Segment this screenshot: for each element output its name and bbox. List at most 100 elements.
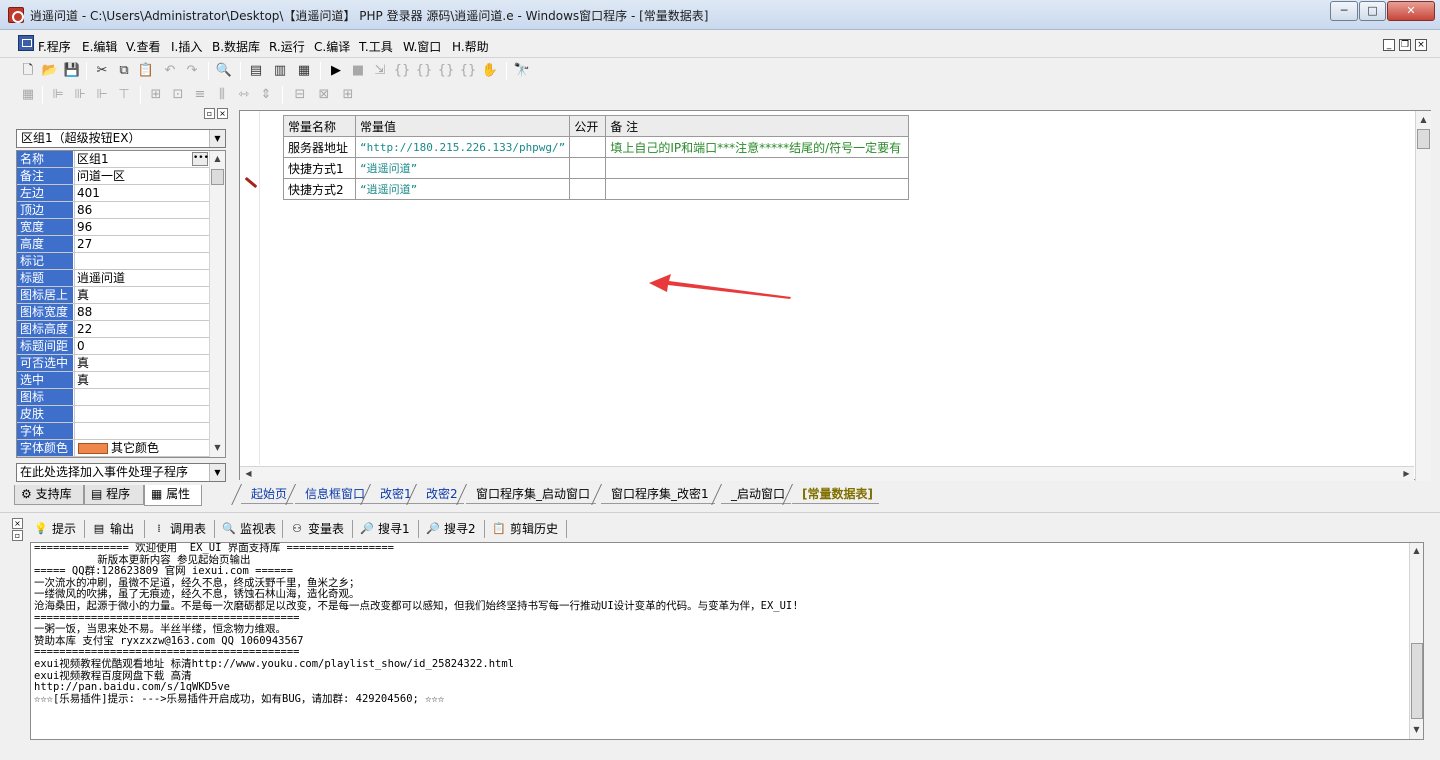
menu-tools[interactable]: T.工具 <box>359 38 393 55</box>
tab-program[interactable]: ▤ 程序 <box>84 485 144 505</box>
table-row[interactable]: 快捷方式2 “逍遥问道” <box>283 178 909 200</box>
property-row[interactable]: 名称 区组1 ••• <box>17 151 209 168</box>
step-out-icon[interactable]: {} <box>436 61 456 81</box>
tab-output[interactable]: ▤ 输出 <box>88 520 134 538</box>
property-value[interactable]: 真 <box>74 355 209 371</box>
run-icon[interactable]: ▶ <box>326 61 346 81</box>
property-row[interactable]: 标记 <box>17 253 209 270</box>
editor-vertical-scrollbar[interactable]: ▲ <box>1415 111 1431 481</box>
space-vertical-icon[interactable]: ⇕ <box>256 85 276 105</box>
property-row[interactable]: 图标 <box>17 389 209 406</box>
center-vertical-icon[interactable]: ⊠ <box>314 85 334 105</box>
component-select[interactable]: 区组1（超级按钮EX） ▼ <box>16 129 226 148</box>
chevron-down-icon[interactable]: ▼ <box>209 464 225 481</box>
menu-view[interactable]: V.查看 <box>126 38 160 55</box>
paste-icon[interactable]: 📋 <box>136 61 156 81</box>
property-value[interactable] <box>74 253 209 269</box>
center-horizontal-icon[interactable]: ⊟ <box>290 85 310 105</box>
tab-constants-table[interactable]: [常量数据表] <box>792 484 879 504</box>
property-row[interactable]: 宽度 96 <box>17 219 209 236</box>
layout-three-icon[interactable]: ▦ <box>294 61 314 81</box>
panel-close-button[interactable]: × <box>217 108 228 119</box>
menu-window[interactable]: W.窗口 <box>403 38 441 55</box>
align-bottom-icon[interactable]: ⊡ <box>168 85 188 105</box>
tab-variables[interactable]: ⚇ 变量表 <box>286 520 344 538</box>
open-folder-icon[interactable]: 📂 <box>40 61 60 81</box>
property-value[interactable]: 27 <box>74 236 209 252</box>
table-row[interactable]: 服务器地址 “http://180.215.226.133/phpwg/” 填上… <box>283 136 909 158</box>
const-name-cell[interactable]: 服务器地址 <box>283 136 356 158</box>
table-row[interactable]: 快捷方式1 “逍遥问道” <box>283 157 909 179</box>
mdi-minimize-button[interactable]: _ <box>1383 39 1395 51</box>
property-row[interactable]: 左边 401 <box>17 185 209 202</box>
run-to-cursor-icon[interactable]: {} <box>458 61 478 81</box>
property-value[interactable]: 96 <box>74 219 209 235</box>
layout-one-icon[interactable]: ▤ <box>246 61 266 81</box>
tab-msgbox-window[interactable]: 信息框窗口 <box>295 484 372 504</box>
property-row[interactable]: 标题 逍遥问道 <box>17 270 209 287</box>
const-note-cell[interactable]: 填上自己的IP和端口***注意*****结尾的/符号一定要有 <box>605 136 909 158</box>
scroll-thumb[interactable] <box>211 169 224 185</box>
align-left-icon[interactable]: ⊫ <box>48 85 68 105</box>
property-row[interactable]: 顶边 86 <box>17 202 209 219</box>
editor-horizontal-scrollbar[interactable]: ◀ ▶ <box>240 466 1414 481</box>
tab-call-table[interactable]: ⁞ 调用表 <box>148 520 206 538</box>
const-value-cell[interactable]: “逍遥问道” <box>354 157 571 179</box>
const-public-cell[interactable] <box>569 136 607 158</box>
property-value[interactable]: 真 <box>74 372 209 388</box>
scroll-thumb[interactable] <box>1417 129 1430 149</box>
tab-support-library[interactable]: ⚙ 支持库 <box>14 485 84 505</box>
property-row[interactable]: 备注 问道一区 <box>17 168 209 185</box>
scroll-thumb[interactable] <box>1411 643 1423 719</box>
const-public-cell[interactable] <box>569 178 607 200</box>
output-vertical-scrollbar[interactable]: ▲ ▼ <box>1409 543 1423 739</box>
ellipsis-button[interactable]: ••• <box>192 152 209 166</box>
property-row[interactable]: 图标宽度 88 <box>17 304 209 321</box>
property-row[interactable]: 高度 27 <box>17 236 209 253</box>
const-note-cell[interactable] <box>605 157 909 179</box>
same-width-icon[interactable]: ≡ <box>190 85 210 105</box>
align-top-icon[interactable]: ⊤ <box>114 85 134 105</box>
property-row[interactable]: 标题间距 0 <box>17 338 209 355</box>
same-height-icon[interactable]: ⫼ <box>212 85 232 105</box>
const-value-cell[interactable]: “逍遥问道” <box>354 178 571 200</box>
panel-pin-button[interactable]: ▫ <box>12 530 23 541</box>
const-name-cell[interactable]: 快捷方式2 <box>283 178 356 200</box>
layout-two-icon[interactable]: ▥ <box>270 61 290 81</box>
scroll-up-icon[interactable]: ▲ <box>1410 544 1423 558</box>
save-icon[interactable]: 💾 <box>62 61 82 81</box>
step-into-icon[interactable]: {} <box>392 61 412 81</box>
property-value[interactable]: 逍遥问道 <box>74 270 209 286</box>
property-value[interactable]: 401 <box>74 185 209 201</box>
property-value[interactable]: 其它颜色 <box>74 440 209 456</box>
tab-startup-class[interactable]: 窗口程序集_启动窗口 <box>466 484 597 504</box>
property-value[interactable] <box>74 389 209 405</box>
property-value[interactable] <box>74 406 209 422</box>
scroll-down-icon[interactable]: ▼ <box>1410 723 1423 737</box>
tab-start-page[interactable]: 起始页 <box>241 484 294 504</box>
space-horizontal-icon[interactable]: ⇿ <box>234 85 254 105</box>
redo-icon[interactable]: ↷ <box>182 61 202 81</box>
stop-icon[interactable]: ■ <box>348 61 368 81</box>
property-value[interactable]: 0 <box>74 338 209 354</box>
menu-compile[interactable]: C.编译 <box>314 38 350 55</box>
tab-search-1[interactable]: 🔎 搜寻1 <box>356 520 410 538</box>
tab-properties[interactable]: ▦ 属性 <box>144 485 202 506</box>
property-value[interactable]: 真 <box>74 287 209 303</box>
const-note-cell[interactable] <box>605 178 909 200</box>
property-value[interactable]: 86 <box>74 202 209 218</box>
tab-startup-window[interactable]: _启动窗口 <box>721 484 792 504</box>
property-row[interactable]: 选中真 <box>17 372 209 389</box>
property-row[interactable]: 可否选中真 <box>17 355 209 372</box>
scroll-up-icon[interactable]: ▲ <box>211 152 224 166</box>
cut-icon[interactable]: ✂ <box>92 61 112 81</box>
menu-database[interactable]: B.数据库 <box>212 38 260 55</box>
property-value[interactable]: 问道一区 <box>74 168 209 184</box>
output-console[interactable]: =============== 欢迎使用 EX_UI 界面支持库 =======… <box>30 542 1424 740</box>
tab-search-2[interactable]: 🔎 搜寻2 <box>422 520 476 538</box>
align-right-icon[interactable]: ⊩ <box>92 85 112 105</box>
event-handler-select[interactable]: 在此处选择加入事件处理子程序 ▼ <box>16 463 226 482</box>
menu-program[interactable]: F.程序 <box>38 38 71 55</box>
const-name-cell[interactable]: 快捷方式1 <box>283 157 356 179</box>
menu-insert[interactable]: I.插入 <box>171 38 202 55</box>
